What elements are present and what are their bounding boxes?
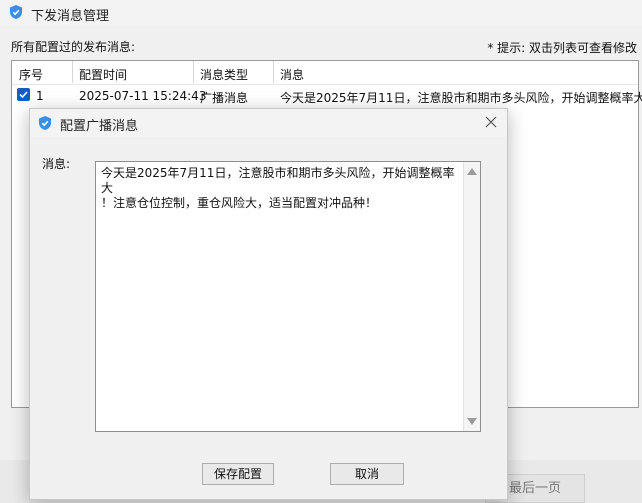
save-button[interactable]: 保存配置: [202, 463, 274, 485]
message-text[interactable]: 今天是2025年7月11日，注意股市和期市多头风险，开始调整概率大 ！注意仓位控…: [101, 166, 457, 211]
main-titlebar: 下发消息管理: [0, 0, 642, 26]
cancel-button[interactable]: 取消: [330, 463, 404, 485]
message-label: 消息:: [42, 157, 71, 171]
table-row[interactable]: 1 2025-07-11 15:24:43 广播消息 今天是2025年7月11日…: [12, 84, 642, 105]
list-label: 所有配置过的发布消息:: [11, 40, 136, 54]
row-index: 1: [36, 89, 44, 103]
column-divider[interactable]: [273, 61, 274, 83]
column-header-index[interactable]: 序号: [19, 66, 43, 83]
row-type: 广播消息: [200, 91, 249, 105]
column-header-time[interactable]: 配置时间: [79, 66, 127, 83]
check-icon: [19, 91, 28, 99]
row-checkbox[interactable]: [17, 88, 30, 101]
vertical-scrollbar[interactable]: [463, 162, 480, 431]
column-header-type[interactable]: 消息类型: [200, 66, 248, 83]
config-dialog: 配置广播消息 消息: 今天是2025年7月11日，注意股市和期市多头风险，开始调…: [29, 108, 508, 500]
dialog-title: 配置广播消息: [60, 119, 139, 134]
row-message: 今天是2025年7月11日，注意股市和期市多头风险，开始调整概率大！: [280, 91, 642, 105]
dialog-titlebar[interactable]: 配置广播消息: [30, 109, 507, 137]
shield-icon: [37, 115, 53, 131]
row-time: 2025-07-11 15:24:43: [79, 89, 207, 103]
scroll-up-icon[interactable]: [467, 168, 477, 175]
column-divider[interactable]: [72, 61, 73, 83]
scroll-down-icon[interactable]: [467, 418, 477, 425]
close-icon[interactable]: [483, 114, 499, 130]
column-header-message[interactable]: 消息: [280, 66, 304, 83]
main-window-title: 下发消息管理: [31, 9, 110, 24]
hint-text: * 提示: 双击列表可查看修改: [487, 41, 637, 55]
shield-icon: [8, 4, 24, 20]
message-textarea[interactable]: 今天是2025年7月11日，注意股市和期市多头风险，开始调整概率大 ！注意仓位控…: [95, 161, 481, 432]
column-divider[interactable]: [193, 61, 194, 83]
